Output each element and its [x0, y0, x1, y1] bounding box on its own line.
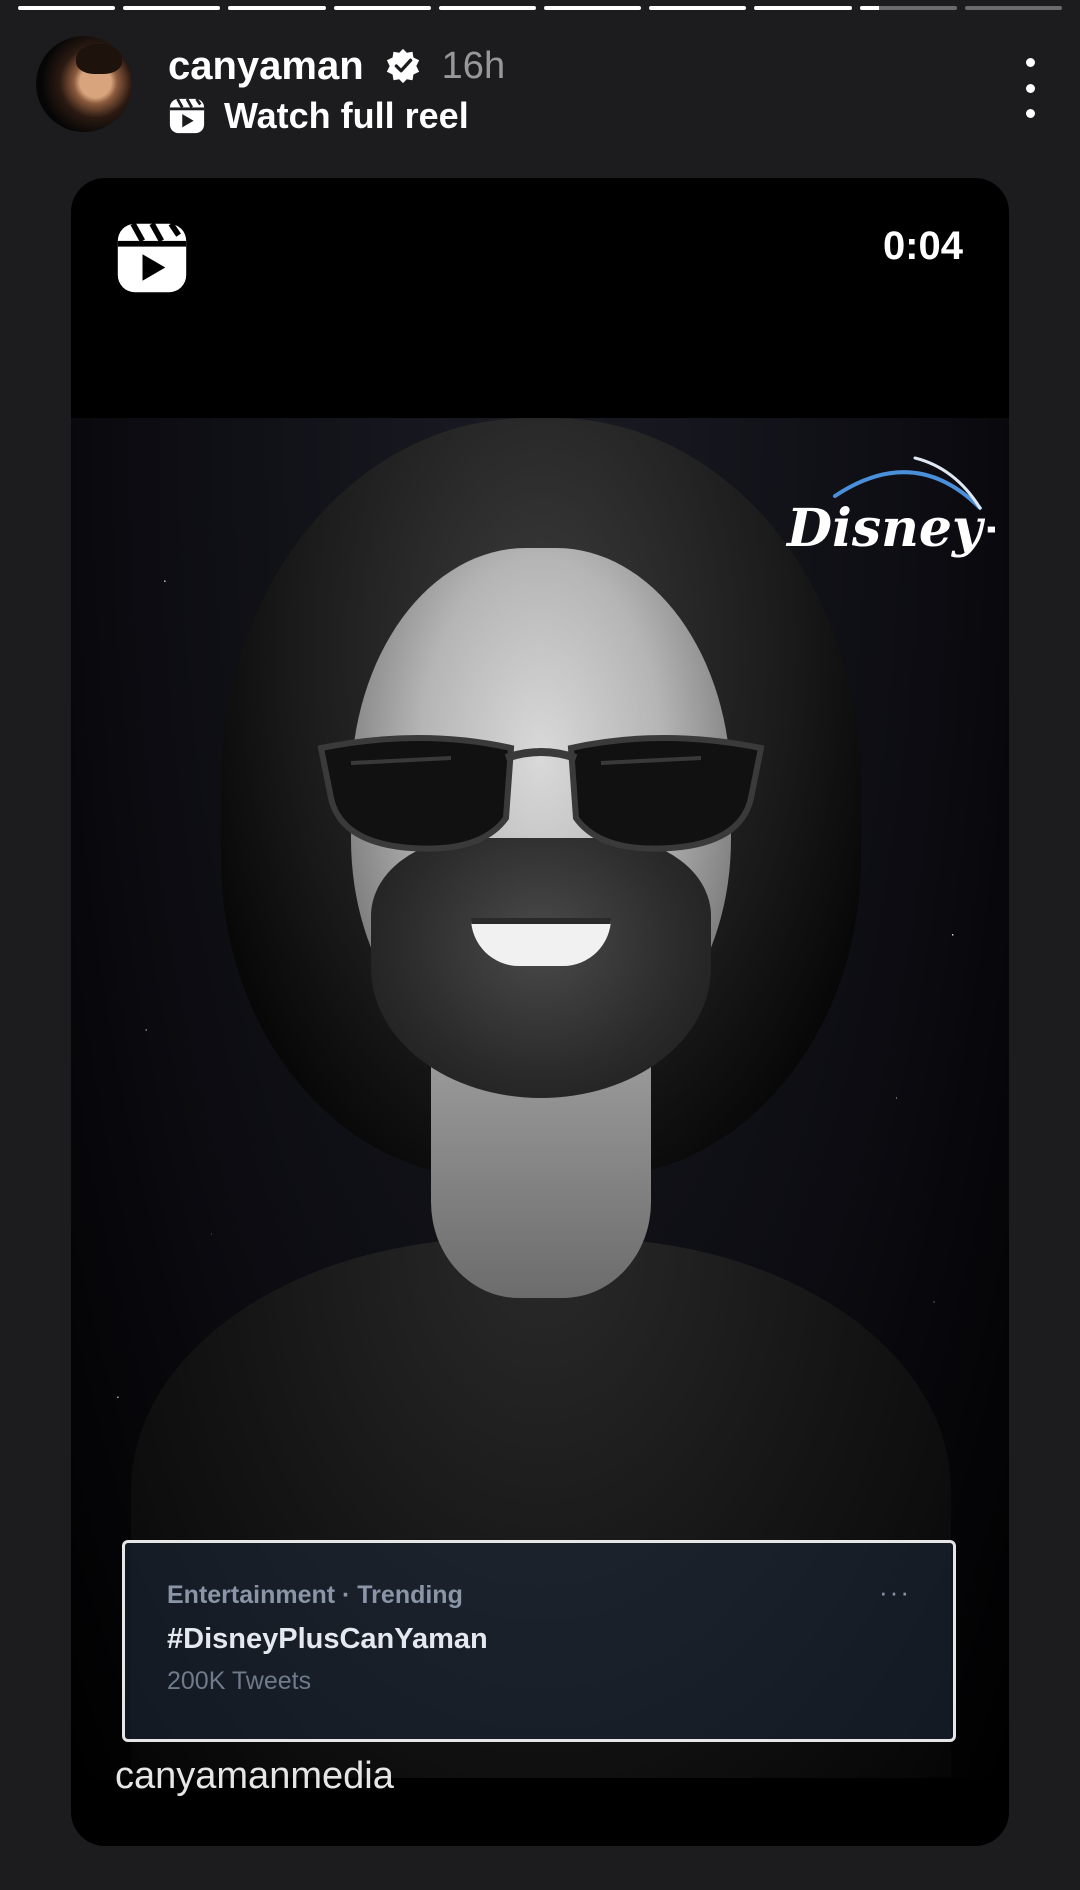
reels-icon — [169, 98, 205, 134]
more-options-icon[interactable] — [1016, 58, 1044, 118]
username[interactable]: canyaman — [168, 44, 364, 89]
story-progress-segment — [649, 6, 747, 10]
story-progress-segment — [859, 6, 957, 10]
reel-card[interactable]: 0:04 Disney+ Entertainment · Trending ··… — [71, 178, 1009, 1846]
trending-topic-card: Entertainment · Trending ··· #DisneyPlus… — [122, 1540, 956, 1742]
disney-plus-logo: Disney+ — [785, 456, 995, 559]
reel-watermark: canyamanmedia — [115, 1755, 394, 1797]
trending-more-icon: ··· — [879, 1577, 911, 1607]
trending-category: Entertainment · Trending — [167, 1581, 463, 1609]
story-progress-segment — [123, 6, 221, 10]
story-progress-segment — [754, 6, 852, 10]
verified-badge-icon — [386, 48, 419, 84]
story-progress-segment — [228, 6, 326, 10]
post-time: 16h — [441, 44, 506, 87]
story-progress-segment — [333, 6, 431, 10]
svg-text:Disney+: Disney+ — [785, 498, 995, 559]
story-progress-segment — [438, 6, 537, 10]
sunglasses — [317, 735, 765, 852]
reels-icon — [117, 222, 187, 293]
reel-duration: 0:04 — [882, 224, 963, 268]
trending-hashtag: #DisneyPlusCanYaman — [167, 1623, 488, 1655]
story-progress-segment — [544, 6, 642, 10]
story-progress-segment — [964, 6, 1063, 10]
username-row: canyaman 16h — [168, 40, 505, 92]
story-header: canyaman 16h Watch full reel — [36, 36, 1044, 136]
reel-thumbnail-photo: Disney+ Entertainment · Trending ··· #Di… — [71, 418, 1009, 1778]
story-progress-segment — [18, 6, 116, 10]
avatar[interactable] — [36, 36, 132, 132]
story-progress-bar — [18, 6, 1063, 10]
watch-full-reel-label: Watch full reel — [224, 95, 469, 136]
watch-full-reel-link[interactable]: Watch full reel — [168, 94, 469, 138]
trending-tweet-count: 200K Tweets — [167, 1667, 312, 1695]
